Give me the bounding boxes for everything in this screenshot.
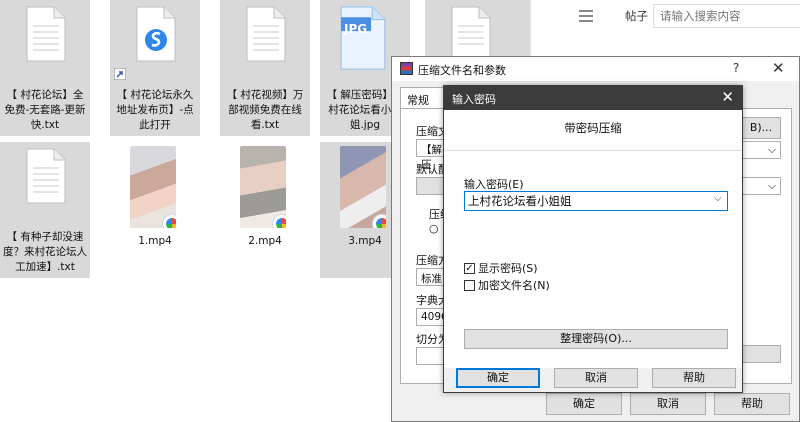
- chevron-down-icon[interactable]: ⌵: [714, 193, 722, 204]
- image-file-icon: [340, 6, 386, 70]
- help-button[interactable]: 帮助: [652, 368, 736, 388]
- password-dialog: 输入密码 ✕ 带密码压缩 输入密码(E) ⌵ ✓ 显示密码(S) 加密文件名(N…: [443, 85, 743, 393]
- dialog-heading: 带密码压缩: [564, 121, 622, 135]
- text-file-icon: [26, 6, 66, 62]
- file-name: 【 村花论坛】全免费-无套路-更新快.txt: [4, 89, 86, 131]
- show-password-label: 显示密码(S): [478, 262, 538, 275]
- checkbox-unchecked-icon: [464, 279, 475, 291]
- text-file-icon: [26, 148, 66, 204]
- update-mode-dropdown[interactable]: ⌵: [741, 177, 781, 195]
- cancel-button[interactable]: 取消: [630, 393, 706, 415]
- help-icon[interactable]: ?: [733, 61, 739, 75]
- ok-button[interactable]: 确定: [456, 368, 540, 388]
- password-panel: 带密码压缩 输入密码(E) ⌵ ✓ 显示密码(S) 加密文件名(N) 整理密码(…: [444, 110, 742, 368]
- password-input[interactable]: [464, 191, 728, 211]
- browse-button[interactable]: B)...: [741, 117, 781, 139]
- set-password-button[interactable]: [741, 345, 781, 363]
- file-name: 2.mp4: [248, 235, 282, 247]
- dialog-titlebar: 输入密码 ✕: [444, 86, 742, 110]
- video-thumbnail: [340, 146, 386, 228]
- jpg-badge: JPG: [344, 22, 368, 36]
- video-player-icon: [372, 214, 386, 228]
- list-menu-icon[interactable]: [579, 10, 593, 24]
- file-name: 【 村花论坛永久地址发布页】-点此打开: [116, 89, 194, 131]
- video-thumbnail: [240, 146, 286, 228]
- checkbox-checked-icon: ✓: [464, 262, 475, 274]
- archive-name-dropdown[interactable]: ⌵: [741, 141, 781, 159]
- file-item[interactable]: 1.mp4: [110, 142, 200, 278]
- password-label: 输入密码(E): [464, 178, 524, 191]
- encrypt-filenames-label: 加密文件名(N): [478, 279, 550, 292]
- encrypt-filenames-checkbox[interactable]: 加密文件名(N): [464, 277, 550, 293]
- file-item[interactable]: 2.mp4: [220, 142, 310, 278]
- search-input[interactable]: [653, 4, 800, 28]
- video-player-icon: [162, 214, 176, 228]
- file-name: 【 有种子却没速度？来村花论坛人工加速】.txt: [3, 231, 87, 273]
- winrar-icon: [400, 62, 413, 75]
- divider: [444, 150, 742, 151]
- file-item[interactable]: 【 村花论坛永久地址发布页】-点此打开: [110, 0, 200, 136]
- dialog-title: 输入密码: [452, 93, 496, 106]
- text-file-icon: [246, 6, 286, 62]
- file-name: 【 村花视频】万部视频免费在线看.txt: [226, 89, 304, 131]
- file-item[interactable]: 【 有种子却没速度？来村花论坛人工加速】.txt: [0, 142, 90, 278]
- cancel-button[interactable]: 取消: [554, 368, 638, 388]
- tab-general[interactable]: 常规: [400, 87, 446, 109]
- show-password-checkbox[interactable]: ✓ 显示密码(S): [464, 260, 538, 276]
- file-item[interactable]: 【 村花视频】万部视频免费在线看.txt: [220, 0, 310, 136]
- browser-header: 帖子: [530, 0, 800, 55]
- dialog-titlebar: 压缩文件名和参数 ? ✕: [392, 57, 799, 81]
- ok-button[interactable]: 确定: [546, 393, 622, 415]
- text-file-icon: [451, 6, 491, 62]
- help-button[interactable]: 帮助: [714, 393, 790, 415]
- search-category[interactable]: 帖子: [625, 8, 648, 24]
- file-item[interactable]: 【 村花论坛】全免费-无套路-更新快.txt: [0, 0, 90, 136]
- close-icon[interactable]: ✕: [721, 88, 734, 106]
- dialog-title: 压缩文件名和参数: [418, 64, 506, 77]
- file-name: 1.mp4: [138, 235, 172, 247]
- video-player-icon: [272, 214, 286, 228]
- shortcut-arrow-icon: [114, 68, 126, 80]
- organize-passwords-button[interactable]: 整理密码(O)...: [464, 329, 728, 349]
- close-icon[interactable]: ✕: [772, 59, 785, 77]
- shortcut-file-icon: [136, 6, 176, 62]
- video-thumbnail: [130, 146, 176, 228]
